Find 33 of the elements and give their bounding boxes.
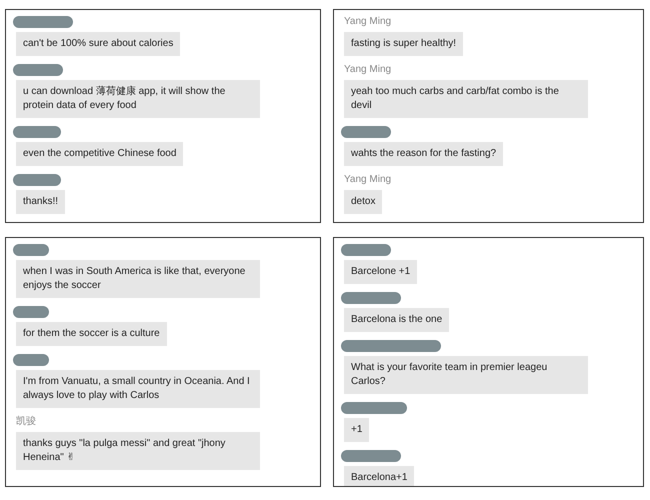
redaction-bar [13, 244, 49, 256]
redaction-bar [13, 354, 49, 366]
message-bubble: yeah too much carbs and carb/fat combo is the devil [344, 80, 588, 118]
redaction-bar [13, 306, 49, 318]
message-bubble: u can download 薄荷健康 app, it will show the protein data of every food [16, 80, 260, 118]
sender-name: Yang Ming [344, 16, 392, 28]
message-bubble: can't be 100% sure about calories [16, 32, 180, 56]
message-bubble: thanks!! [16, 190, 66, 214]
sender-name: 凯骏 [16, 416, 36, 428]
redaction-bar [13, 64, 63, 76]
redaction-bar [341, 244, 391, 256]
redaction-bar [13, 126, 61, 138]
message-bubble: +1 [344, 418, 370, 442]
redaction-bar [13, 174, 61, 186]
message-bubble: wahts the reason for the fasting? [344, 142, 504, 166]
sender-name: Yang Ming [344, 174, 392, 186]
redaction-bar [341, 450, 401, 462]
message-bubble: thanks guys "la pulga messi" and great "jhony Heneina" ✌ [16, 432, 260, 470]
message-bubble: when I was in South America is like that, everyone enjoys the soccer [16, 260, 260, 298]
message-bubble: for them the soccer is a culture [16, 322, 167, 346]
redaction-bar [341, 126, 391, 138]
message-bubble: detox [344, 190, 382, 214]
message-bubble: fasting is super healthy! [344, 32, 464, 56]
message-bubble: I'm from Vanuatu, a small country in Oceania. And I always love to play with Carlos [16, 370, 260, 408]
redaction-bar [341, 292, 401, 304]
message-bubble: even the competitive Chinese food [16, 142, 184, 166]
message-bubble: Barcelona is the one [344, 308, 450, 332]
message-bubble: What is your favorite team in premier leageu Carlos? [344, 356, 588, 394]
redaction-bar [13, 16, 73, 28]
message-bubble: Barcelona+1 [344, 466, 414, 486]
sender-name: Yang Ming [344, 64, 392, 76]
redaction-bar [341, 402, 407, 414]
message-bubble: Barcelone +1 [344, 260, 418, 284]
